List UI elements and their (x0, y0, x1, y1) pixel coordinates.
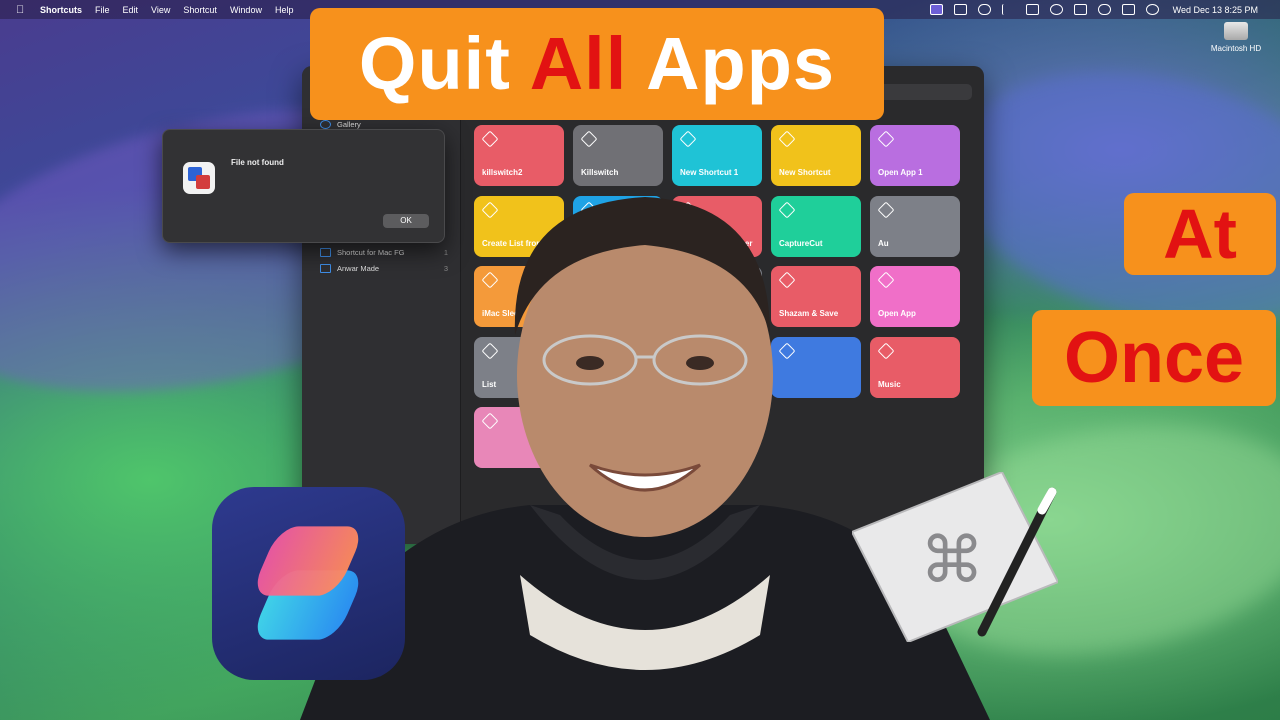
play-icon[interactable] (1097, 4, 1111, 15)
shortcut-tile[interactable]: New Shortcut 1 (672, 125, 762, 186)
fork-icon[interactable] (1001, 4, 1015, 15)
app-icon (183, 162, 215, 194)
svg-text:⌘: ⌘ (920, 524, 984, 598)
shortcut-tile[interactable]: Killswitch (573, 125, 663, 186)
gallery-icon (320, 120, 331, 129)
apple-menu-icon[interactable]:  (16, 4, 28, 16)
menu-shortcut[interactable]: Shortcut (183, 5, 217, 15)
macintosh-hd-disk[interactable]: Macintosh HD (1206, 22, 1266, 53)
menu-help[interactable]: Help (275, 5, 294, 15)
shortcut-label: New Shortcut (779, 168, 831, 177)
shortcut-tile[interactable]: Open App 1 (870, 125, 960, 186)
camera-icon[interactable] (1025, 4, 1039, 15)
shortcut-icon (778, 130, 796, 148)
shortcut-label: Open App 1 (878, 168, 923, 177)
screen-icon[interactable] (929, 4, 943, 15)
shortcut-icon (580, 130, 598, 148)
shortcut-tile[interactable]: New Shortcut (771, 125, 861, 186)
siri-icon[interactable] (1145, 4, 1159, 15)
title-highlight: All (529, 22, 628, 105)
d-icon[interactable] (977, 4, 991, 15)
caption-once: Once (1032, 310, 1276, 406)
shortcut-label: Killswitch (581, 168, 619, 177)
title-text: Apps (627, 22, 836, 105)
video-title: Quit All Apps (310, 8, 884, 120)
menu-edit[interactable]: Edit (123, 5, 139, 15)
window-icon[interactable] (953, 4, 967, 15)
menu-file[interactable]: File (95, 5, 110, 15)
menu-window[interactable]: Window (230, 5, 262, 15)
sidebar-item-label: Gallery (337, 120, 361, 129)
shortcut-label: killswitch2 (482, 168, 523, 177)
shortcut-icon (481, 130, 499, 148)
dialog-message: File not found (231, 158, 284, 167)
app-menu[interactable]: Shortcuts (40, 5, 82, 15)
hard-disk-icon (1224, 22, 1248, 40)
menu-view[interactable]: View (151, 5, 170, 15)
sidebar-item-gallery[interactable]: Gallery (320, 120, 448, 129)
shortcut-icon (877, 130, 895, 148)
shortcut-tile[interactable]: killswitch2 (474, 125, 564, 186)
shortcut-label: New Shortcut 1 (680, 168, 739, 177)
caption-at: At (1124, 193, 1276, 275)
status-area: Wed Dec 13 8:25 PM (919, 0, 1258, 19)
disk-label: Macintosh HD (1210, 44, 1262, 53)
control-center-icon[interactable] (1121, 4, 1135, 15)
menu-clock[interactable]: Wed Dec 13 8:25 PM (1173, 5, 1258, 15)
title-text: Quit (358, 22, 530, 105)
shortcuts-app-icon (212, 487, 405, 680)
sync-icon[interactable] (1049, 4, 1063, 15)
keyboard-maestro-icon: ⌘ (852, 472, 1058, 642)
grid-icon[interactable] (1073, 4, 1087, 15)
shortcut-icon (679, 130, 697, 148)
